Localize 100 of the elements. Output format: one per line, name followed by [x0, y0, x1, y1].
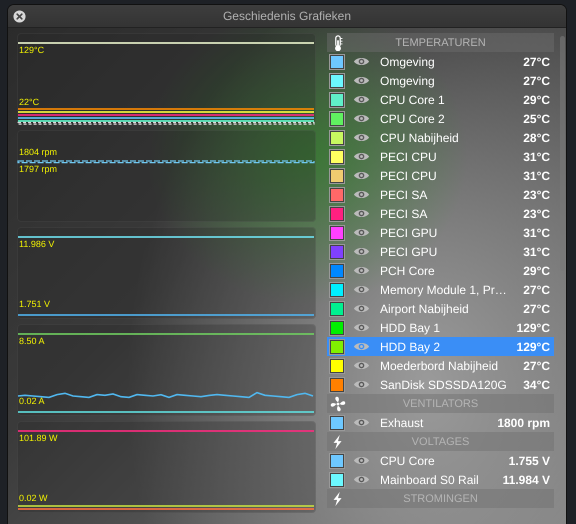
- sensor-row[interactable]: PECI GPU 31°C: [327, 223, 554, 242]
- sensor-row[interactable]: SanDisk SDSSDA120G 34°C: [327, 375, 554, 394]
- sensor-name: PECI SA: [380, 206, 428, 220]
- eye-icon[interactable]: [353, 417, 370, 428]
- color-swatch[interactable]: [330, 188, 344, 202]
- color-swatch[interactable]: [330, 92, 344, 106]
- color-swatch[interactable]: [330, 282, 344, 296]
- color-swatch[interactable]: [330, 416, 344, 430]
- color-swatch[interactable]: [330, 302, 344, 316]
- eye-icon[interactable]: [353, 360, 370, 371]
- color-swatch[interactable]: [330, 378, 344, 392]
- sensor-row[interactable]: Mainboard S0 Rail 11.984 V: [327, 470, 554, 489]
- sensor-value: 28°C: [523, 130, 550, 144]
- window-title: Geschiedenis Grafieken: [222, 9, 352, 23]
- eye-icon[interactable]: [353, 284, 370, 295]
- color-swatch[interactable]: [330, 226, 344, 240]
- sensor-row[interactable]: CPU Nabijheid 28°C: [327, 128, 554, 147]
- sensor-value: 129°C: [516, 340, 550, 354]
- color-swatch[interactable]: [330, 74, 344, 88]
- sensor-value: 23°C: [523, 206, 550, 220]
- close-icon[interactable]: [13, 10, 26, 22]
- sensor-row[interactable]: PCH Core 29°C: [327, 261, 554, 280]
- sensor-name: CPU Core 1: [380, 92, 446, 106]
- eye-icon[interactable]: [353, 379, 370, 390]
- eye-icon[interactable]: [353, 75, 370, 86]
- color-swatch[interactable]: [330, 206, 344, 220]
- color-swatch[interactable]: [330, 244, 344, 258]
- sensor-name: PECI SA: [380, 188, 428, 202]
- max-label: 101.89 W: [19, 433, 58, 443]
- sensor-name: PECI CPU: [380, 168, 438, 182]
- sensor-name: PECI CPU: [380, 150, 438, 164]
- eye-icon[interactable]: [353, 113, 370, 124]
- sensor-row[interactable]: Airport Nabijheid 27°C: [327, 299, 554, 318]
- eye-icon[interactable]: [353, 94, 370, 105]
- sensor-row[interactable]: Exhaust 1800 rpm: [327, 413, 554, 432]
- color-swatch[interactable]: [330, 454, 344, 468]
- color-swatch[interactable]: [330, 358, 344, 372]
- sensor-name: Omgeving: [380, 74, 436, 88]
- sensor-value: 27°C: [523, 302, 550, 316]
- sensor-row[interactable]: CPU Core 2 25°C: [327, 109, 554, 128]
- min-label: 0.02 A: [19, 396, 45, 406]
- sensor-name: Mainboard S0 Rail: [380, 472, 480, 486]
- sensor-name: Memory Module 1, Pr…: [380, 282, 508, 296]
- color-swatch[interactable]: [330, 54, 344, 68]
- color-swatch[interactable]: [330, 264, 344, 278]
- sensor-row[interactable]: HDD Bay 2 129°C: [327, 337, 554, 356]
- eye-icon[interactable]: [353, 455, 370, 466]
- sensor-value: 29°C: [523, 92, 550, 106]
- sensor-value: 27°C: [523, 54, 550, 68]
- sensor-row[interactable]: PECI GPU 31°C: [327, 242, 554, 261]
- eye-icon[interactable]: [353, 265, 370, 276]
- max-label: 11.986 V: [19, 239, 54, 249]
- color-swatch[interactable]: [330, 340, 344, 354]
- eye-icon[interactable]: [353, 322, 370, 333]
- section-title: TEMPERATUREN: [394, 36, 487, 48]
- sensor-name: CPU Nabijheid: [380, 130, 460, 144]
- eye-icon[interactable]: [353, 227, 370, 238]
- sensor-row[interactable]: Omgeving 27°C: [327, 71, 554, 90]
- sensor-row[interactable]: Omgeving 27°C: [327, 52, 554, 71]
- color-swatch[interactable]: [330, 150, 344, 164]
- eye-icon[interactable]: [353, 132, 370, 143]
- sensor-row[interactable]: PECI SA 23°C: [327, 185, 554, 204]
- eye-icon[interactable]: [353, 170, 370, 181]
- sensor-row[interactable]: CPU Core 1.755 V: [327, 451, 554, 470]
- max-label: 1804 rpm: [19, 147, 58, 157]
- eye-icon[interactable]: [353, 151, 370, 162]
- sensor-row[interactable]: HDD Bay 1 129°C: [327, 318, 554, 337]
- min-label: 1797 rpm: [19, 164, 58, 174]
- sensor-row[interactable]: PECI CPU 31°C: [327, 166, 554, 185]
- sensor-row[interactable]: PECI CPU 31°C: [327, 147, 554, 166]
- sensor-value: 34°C: [523, 378, 550, 392]
- sensor-name: PECI GPU: [380, 244, 438, 258]
- sensor-value: 29°C: [523, 264, 550, 278]
- color-swatch[interactable]: [330, 168, 344, 182]
- color-swatch[interactable]: [330, 112, 344, 126]
- sensor-value: 27°C: [523, 358, 550, 372]
- eye-icon[interactable]: [353, 474, 370, 485]
- sensor-row[interactable]: CPU Core 1 29°C: [327, 90, 554, 109]
- eye-icon[interactable]: [353, 208, 370, 219]
- sensor-row[interactable]: PECI SA 23°C: [327, 204, 554, 223]
- color-swatch[interactable]: [330, 472, 344, 486]
- sensor-value: 31°C: [523, 150, 550, 164]
- sensor-value: 1800 rpm: [497, 416, 550, 430]
- sensor-name: CPU Core: [380, 454, 436, 468]
- color-swatch[interactable]: [330, 320, 344, 334]
- eye-icon[interactable]: [353, 303, 370, 314]
- sensor-value: 11.984 V: [502, 472, 550, 486]
- sensor-value: 129°C: [516, 320, 550, 334]
- sensor-name: Exhaust: [380, 416, 424, 430]
- color-swatch[interactable]: [330, 130, 344, 144]
- eye-icon[interactable]: [353, 56, 370, 67]
- fan-icon: [330, 396, 346, 412]
- sensor-name: Omgeving: [380, 54, 436, 68]
- min-label: 0.02 W: [19, 493, 48, 503]
- eye-icon[interactable]: [353, 189, 370, 200]
- max-label: 8.50 A: [19, 336, 45, 346]
- sensor-row[interactable]: Memory Module 1, Pr… 27°C: [327, 280, 554, 299]
- sensor-value: 23°C: [523, 188, 550, 202]
- eye-icon[interactable]: [353, 246, 370, 257]
- sensor-row[interactable]: Moederbord Nabijheid 27°C: [327, 356, 554, 375]
